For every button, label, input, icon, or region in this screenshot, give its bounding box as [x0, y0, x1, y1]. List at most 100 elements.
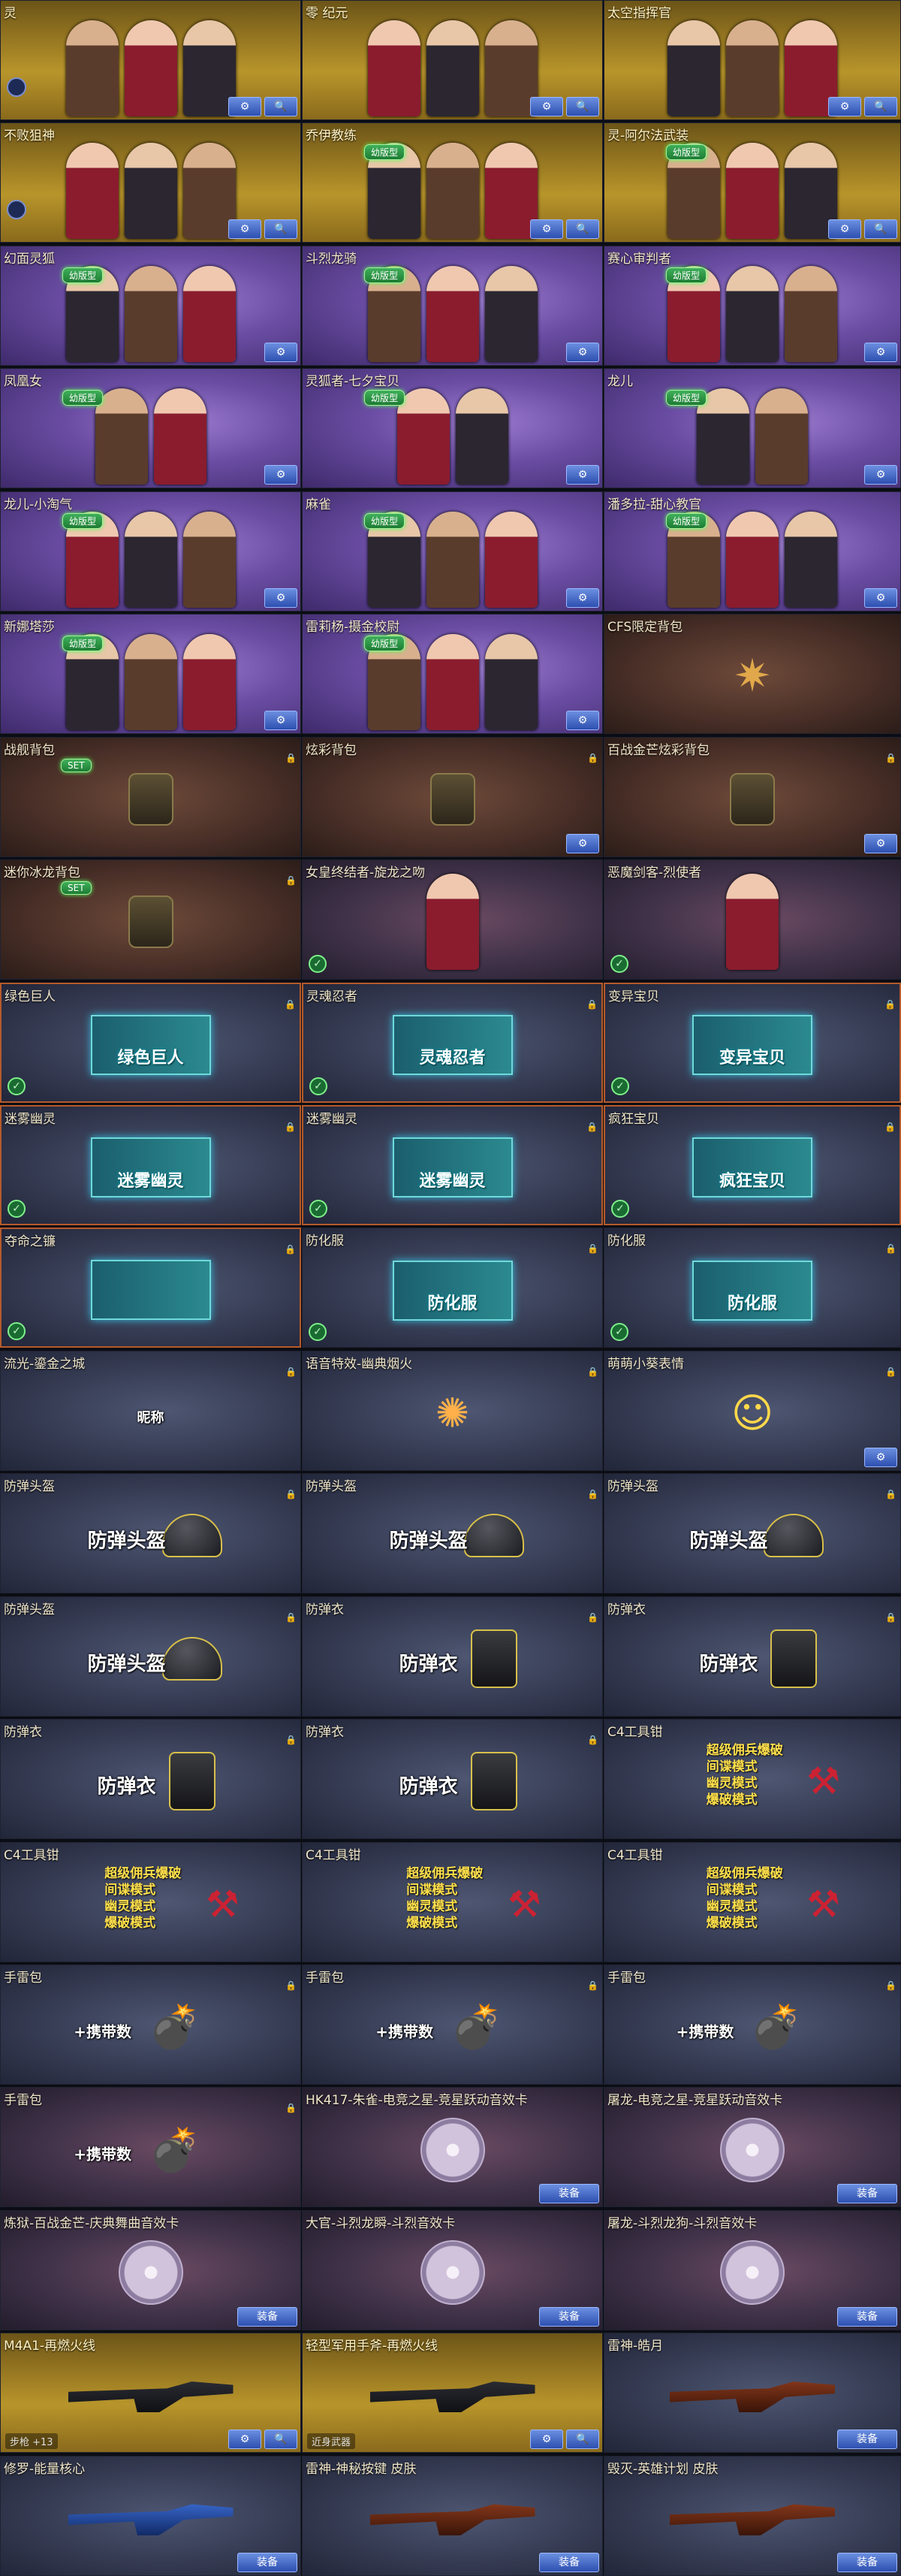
settings-button[interactable]: ⚙	[828, 219, 861, 240]
search-button[interactable]: 🔍	[864, 219, 897, 240]
settings-button[interactable]: ⚙	[864, 1447, 897, 1467]
settings-button[interactable]: ⚙	[264, 342, 297, 362]
item-card[interactable]: 雷神-皓月 装备	[604, 2333, 901, 2454]
equip-button[interactable]: 装备	[539, 2184, 599, 2204]
item-card[interactable]: 灵-阿尔法武装 幼版型 ⚙ 🔍	[604, 122, 901, 243]
search-button[interactable]: 🔍	[864, 97, 897, 116]
settings-button[interactable]: ⚙	[264, 465, 297, 485]
item-card[interactable]: 恶魔剑客-烈使者 ✓	[604, 859, 901, 980]
equip-button[interactable]: 装备	[837, 2552, 897, 2572]
settings-button[interactable]: ⚙	[264, 711, 297, 731]
search-button[interactable]: 🔍	[566, 2430, 599, 2450]
settings-button[interactable]: ⚙	[228, 219, 261, 240]
item-card[interactable]: 手雷包 +携带数 💣 🔒	[302, 1964, 603, 2085]
item-card[interactable]: 乔伊教练 幼版型 ⚙ 🔍	[302, 122, 603, 243]
item-card[interactable]: 变异宝贝 变异宝贝 ✓ 🔒	[604, 982, 901, 1103]
settings-button[interactable]: ⚙	[566, 711, 599, 731]
item-card[interactable]: 修罗-能量核心 装备	[0, 2455, 301, 2576]
equip-button[interactable]: 装备	[837, 2184, 897, 2204]
item-card[interactable]: 女皇终结者-旋龙之吻 ✓	[302, 859, 603, 980]
item-card[interactable]: 防弹头盔 防弹头盔 🔒	[604, 1473, 901, 1594]
item-card[interactable]: 潘多拉-甜心教官 幼版型 ⚙	[604, 491, 901, 612]
item-card[interactable]: 迷你冰龙背包 SET 🔒	[0, 859, 301, 980]
item-card[interactable]: 雷神-神秘按键 皮肤 装备	[302, 2455, 603, 2576]
settings-button[interactable]: ⚙	[828, 97, 861, 116]
item-card[interactable]: 防化服 防化服 ✓ 🔒	[302, 1228, 603, 1348]
item-card[interactable]: 防弹衣 防弹衣 🔒	[302, 1596, 603, 1717]
search-button[interactable]: 🔍	[566, 97, 599, 116]
item-card[interactable]: CFS限定背包 ✷	[604, 614, 901, 735]
settings-button[interactable]: ⚙	[228, 97, 261, 116]
equip-button[interactable]: 装备	[539, 2306, 599, 2327]
item-card[interactable]: 战舰背包 SET 🔒	[0, 736, 301, 857]
settings-button[interactable]: ⚙	[864, 342, 897, 362]
item-card[interactable]: 防弹头盔 防弹头盔 🔒	[0, 1596, 301, 1717]
settings-button[interactable]: ⚙	[566, 342, 599, 362]
item-card[interactable]: C4工具钳 超级佣兵爆破 间谍模式 幽灵模式 爆破模式 ⚒	[0, 1841, 301, 1962]
item-card[interactable]: 太空指挥官 ⚙ 🔍	[604, 0, 901, 120]
item-card[interactable]: 炫彩背包 🔒 ⚙	[302, 736, 603, 857]
search-button[interactable]: 🔍	[264, 97, 297, 116]
item-card[interactable]: 新娜塔莎 幼版型 ⚙	[0, 614, 301, 735]
item-card[interactable]: 防化服 防化服 ✓ 🔒	[604, 1228, 901, 1348]
item-card[interactable]: 毁灭-英雄计划 皮肤 装备	[604, 2455, 901, 2576]
settings-button[interactable]: ⚙	[228, 2430, 261, 2450]
item-card[interactable]: 麻雀 幼版型 ⚙	[302, 491, 603, 612]
item-card[interactable]: 斗烈龙骑 幼版型 ⚙	[302, 245, 603, 366]
item-card[interactable]: 迷雾幽灵 迷雾幽灵 ✓ 🔒	[302, 1104, 603, 1225]
item-card[interactable]: 百战金芒炫彩背包 🔒 ⚙	[604, 736, 901, 857]
item-card[interactable]: 萌萌小葵表情 ☺ ⚙ 🔒	[604, 1350, 901, 1471]
settings-button[interactable]: ⚙	[530, 97, 563, 116]
item-card[interactable]: 绿色巨人 绿色巨人 ✓ 🔒	[0, 982, 301, 1103]
item-card[interactable]: 语音特效-幽典烟火 ✺ 🔒	[302, 1350, 603, 1471]
item-card[interactable]: C4工具钳 超级佣兵爆破 间谍模式 幽灵模式 爆破模式 ⚒	[302, 1841, 603, 1962]
item-card[interactable]: 灵魂忍者 灵魂忍者 ✓ 🔒	[302, 982, 603, 1103]
item-card[interactable]: C4工具钳 超级佣兵爆破 间谍模式 幽灵模式 爆破模式 ⚒	[604, 1719, 901, 1840]
settings-button[interactable]: ⚙	[264, 587, 297, 608]
settings-button[interactable]: ⚙	[864, 587, 897, 608]
item-card[interactable]: 防弹头盔 防弹头盔 🔒	[0, 1473, 301, 1594]
item-card[interactable]: 防弹衣 防弹衣 🔒	[0, 1719, 301, 1840]
settings-button[interactable]: ⚙	[864, 833, 897, 853]
settings-button[interactable]: ⚙	[530, 219, 563, 240]
item-card[interactable]: 幻面灵狐 幼版型 ⚙	[0, 245, 301, 366]
item-card[interactable]: 龙儿 幼版型 ⚙	[604, 368, 901, 489]
equip-button[interactable]: 装备	[837, 2306, 897, 2327]
item-card[interactable]: 龙儿-小淘气 幼版型 ⚙	[0, 491, 301, 612]
item-card[interactable]: 防弹衣 防弹衣 🔒	[302, 1719, 603, 1840]
item-card[interactable]: 雷莉杨-摄金校尉 幼版型 ⚙	[302, 614, 603, 735]
item-card[interactable]: 炼狱-百战金芒-庆典舞曲音效卡 装备	[0, 2209, 301, 2330]
item-card[interactable]: 灵狐者-七夕宝贝 幼版型 ⚙	[302, 368, 603, 489]
item-card[interactable]: 灵 ⚙ 🔍	[0, 0, 301, 120]
item-card[interactable]: 轻型军用手斧-再燃火线 近身武器 ⚙ 🔍	[302, 2333, 603, 2454]
item-card[interactable]: 迷雾幽灵 迷雾幽灵 ✓ 🔒	[0, 1104, 301, 1225]
item-card[interactable]: 防弹衣 防弹衣 🔒	[604, 1596, 901, 1717]
search-button[interactable]: 🔍	[566, 219, 599, 240]
item-card[interactable]: 手雷包 +携带数 💣 🔒	[0, 1964, 301, 2085]
item-card[interactable]: 防弹头盔 防弹头盔 🔒	[302, 1473, 603, 1594]
item-card[interactable]: 流光-鎏金之城 昵称 🔒	[0, 1350, 301, 1471]
item-card[interactable]: 屠龙-斗烈龙狗-斗烈音效卡 装备	[604, 2209, 901, 2330]
item-card[interactable]: 零 纪元 ⚙ 🔍	[302, 0, 603, 120]
item-card[interactable]: 疯狂宝贝 疯狂宝贝 ✓ 🔒	[604, 1104, 901, 1225]
item-card[interactable]: 大官-斗烈龙瞬-斗烈音效卡 装备	[302, 2209, 603, 2330]
settings-button[interactable]: ⚙	[566, 465, 599, 485]
item-card[interactable]: 凤凰女 幼版型 ⚙	[0, 368, 301, 489]
equip-button[interactable]: 装备	[237, 2552, 297, 2572]
equip-button[interactable]: 装备	[539, 2552, 599, 2572]
equip-button[interactable]: 装备	[237, 2306, 297, 2327]
search-button[interactable]: 🔍	[264, 219, 297, 240]
item-card[interactable]: 不败狙神 ⚙ 🔍	[0, 122, 301, 243]
item-card[interactable]: 手雷包 +携带数 💣 🔒	[604, 1964, 901, 2085]
settings-button[interactable]: ⚙	[530, 2430, 563, 2450]
item-card[interactable]: 赛心审判者 幼版型 ⚙	[604, 245, 901, 366]
settings-button[interactable]: ⚙	[864, 465, 897, 485]
item-card[interactable]: M4A1-再燃火线 步枪 +13 ⚙ 🔍	[0, 2333, 301, 2454]
item-card[interactable]: HK417-朱雀-电竞之星-竞星跃动音效卡 装备	[302, 2087, 603, 2208]
item-card[interactable]: 屠龙-电竞之星-竞星跃动音效卡 装备	[604, 2087, 901, 2208]
equip-button[interactable]: 装备	[837, 2430, 897, 2450]
item-card[interactable]: C4工具钳 超级佣兵爆破 间谍模式 幽灵模式 爆破模式 ⚒	[604, 1841, 901, 1962]
settings-button[interactable]: ⚙	[566, 833, 599, 853]
search-button[interactable]: 🔍	[264, 2430, 297, 2450]
item-card[interactable]: 夺命之镰 ✓ 🔒	[0, 1228, 301, 1348]
